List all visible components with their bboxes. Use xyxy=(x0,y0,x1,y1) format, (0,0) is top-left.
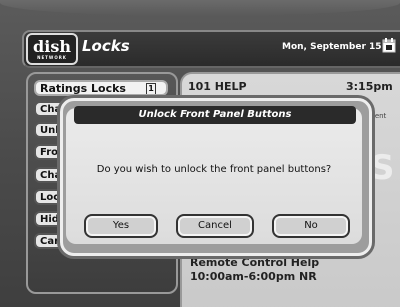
menu-item-label: Ratings Locks xyxy=(40,82,126,95)
menu-item-label: Unl xyxy=(40,125,59,136)
cancel-button[interactable]: Cancel xyxy=(176,214,254,238)
menu-item-label: Cha xyxy=(40,170,62,181)
calendar-icon xyxy=(382,38,396,53)
logo-subtext: NETWORK xyxy=(37,54,67,60)
menu-item-label: Cha xyxy=(40,104,62,115)
menu-item-label: Hid xyxy=(40,214,59,225)
dialog-message: Do you wish to unlock the front panel bu… xyxy=(96,164,332,175)
logo-text: dish xyxy=(33,36,71,56)
tv-screen: dish NETWORK Locks Mon, September 15 Rat… xyxy=(0,0,400,307)
screen-title: Locks xyxy=(82,37,130,55)
current-time: 3:15pm xyxy=(346,80,393,93)
program-times: 10:00am-6:00pm NR xyxy=(190,270,317,283)
menu-item-label: Loc xyxy=(40,192,60,203)
menu-item-ratings-locks[interactable]: Ratings Locks 1 xyxy=(34,80,168,96)
yes-button[interactable]: Yes xyxy=(84,214,158,238)
menu-item-number: 1 xyxy=(146,83,156,94)
dialog-title: Unlock Front Panel Buttons xyxy=(74,106,356,124)
dish-network-logo: dish NETWORK xyxy=(26,33,78,65)
program-title: Remote Control Help xyxy=(190,256,320,269)
no-button[interactable]: No xyxy=(272,214,350,238)
screen-bezel xyxy=(0,0,400,16)
obscured-graphic-letter: S xyxy=(370,148,395,188)
date-display: Mon, September 15 xyxy=(282,42,382,52)
channel-name: 101 HELP xyxy=(188,80,247,93)
